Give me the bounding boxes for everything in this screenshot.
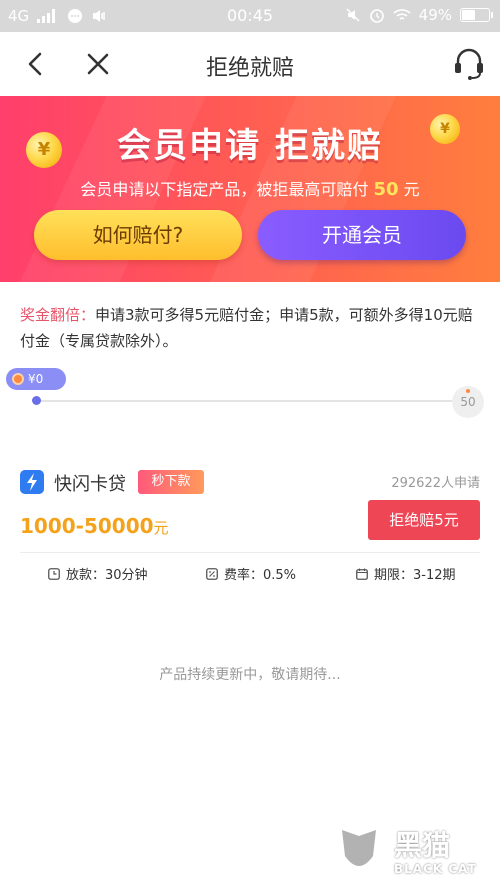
meta-rate-text: 费率：0.5% xyxy=(224,568,297,583)
status-right: 49% xyxy=(345,6,493,24)
product-card[interactable]: 快闪卡贷 秒下款 292622人申请 1000-50000元 拒绝赔5元 放款：… xyxy=(0,456,500,596)
mute-icon xyxy=(346,8,360,22)
status-bar: 4G 00:45 49% xyxy=(0,0,500,32)
promo-banner: ¥ ¥ 会员申请 拒就赔 会员申请以下指定产品，被拒最高可赔付 50 元 如何赔… xyxy=(0,96,500,282)
calendar-icon xyxy=(356,568,368,580)
how-to-compensate-button[interactable]: 如何赔付? xyxy=(34,210,242,260)
watermark-en: BLACK CAT xyxy=(394,862,477,876)
product-amount-unit: 元 xyxy=(153,519,169,537)
meta-disbursement: 放款：30分钟 xyxy=(48,564,148,583)
banner-subtitle-amount: 50 xyxy=(373,179,399,200)
watermark-cn: 黑猫 xyxy=(394,829,451,862)
product-applicants: 292622人申请 xyxy=(391,476,480,491)
section-gap xyxy=(0,446,500,456)
page-title: 拒绝就赔 xyxy=(205,56,294,81)
reject-compensate-button[interactable]: 拒绝赔5元 xyxy=(368,500,480,540)
footer-note: 产品持续更新中，敬请期待... xyxy=(159,667,341,683)
coin-dot-icon xyxy=(12,373,24,385)
progress-max-dot xyxy=(466,389,470,393)
bonus-progress: ¥0 50 xyxy=(0,366,500,436)
bonus-label: 奖金翻倍： xyxy=(20,306,96,324)
meta-term: 期限：3-12期 xyxy=(356,564,456,583)
percent-icon xyxy=(206,567,218,580)
product-amount-value: 1000-50000 xyxy=(20,514,154,538)
open-membership-button[interactable]: 开通会员 xyxy=(258,210,466,260)
product-name: 快闪卡贷 xyxy=(54,474,126,495)
wifi-icon xyxy=(393,9,411,20)
bonus-description: 奖金翻倍：申请3款可多得5元赔付金；申请5款，可额外多得10元赔付金（专属贷款除… xyxy=(20,302,482,354)
alarm-icon xyxy=(369,9,384,23)
black-cat-logo-icon xyxy=(334,822,384,873)
meta-rate: 费率：0.5% xyxy=(206,564,296,583)
product-tag: 秒下款 xyxy=(138,470,204,494)
meta-term-text: 期限：3-12期 xyxy=(374,568,456,583)
progress-track xyxy=(36,400,466,402)
banner-title: 会员申请 拒就赔 xyxy=(117,126,383,166)
nav-bar: 拒绝就赔 xyxy=(0,32,500,96)
progress-current-badge: ¥0 xyxy=(6,368,66,390)
progress-current-label: ¥0 xyxy=(28,372,44,386)
product-meta: 放款：30分钟 费率：0.5% 期限：3-12期 xyxy=(0,564,500,586)
banner-subtitle-unit: 元 xyxy=(403,180,420,199)
divider xyxy=(20,552,480,553)
battery-percent: 49% xyxy=(418,6,452,24)
progress-start-dot xyxy=(32,396,41,405)
watermark: 黑猫 BLACK CAT xyxy=(332,822,482,882)
banner-subtitle-text: 会员申请以下指定产品，被拒最高可赔付 xyxy=(80,180,369,199)
meta-disbursement-text: 放款：30分钟 xyxy=(66,568,148,583)
lightning-logo-icon xyxy=(20,470,44,494)
clock-icon xyxy=(48,567,60,580)
banner-subtitle: 会员申请以下指定产品，被拒最高可赔付 50 元 xyxy=(0,176,500,200)
customer-service-icon[interactable] xyxy=(452,46,486,82)
battery-icon xyxy=(460,8,493,22)
product-amount: 1000-50000元 xyxy=(20,514,169,538)
